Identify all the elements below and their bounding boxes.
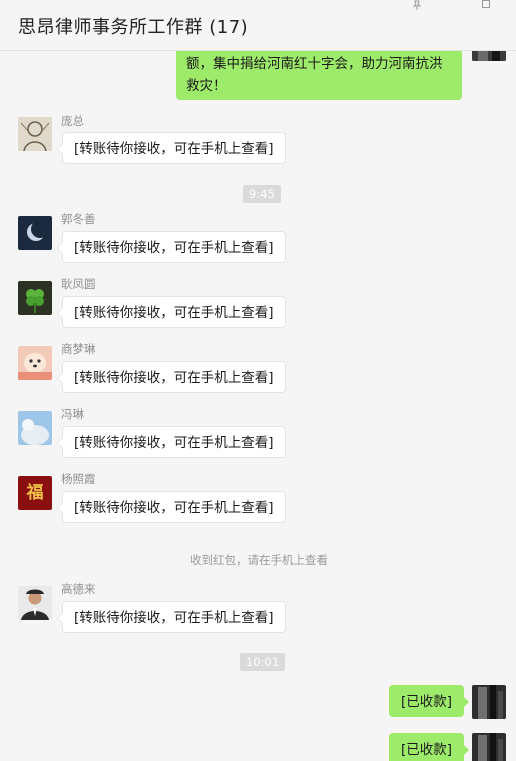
message-text: 救灾！ — [186, 78, 227, 94]
message-bubble[interactable]: [转账待你接收，可在手机上查看] — [57, 231, 286, 263]
avatar-self[interactable] — [472, 51, 506, 61]
avatar-yang[interactable]: 福 — [18, 476, 52, 510]
sender-name: 庞总 — [61, 114, 84, 128]
sender-name: 耿凤圆 — [61, 277, 96, 291]
message-bubble-self[interactable]: 额，集中捐给河南红十字会，助力河南抗洪 救灾！ — [176, 51, 462, 100]
avatar-gao[interactable] — [18, 586, 52, 620]
message-bubble[interactable]: [转账待你接收，可在手机上查看] — [57, 601, 286, 633]
avatar-geng[interactable] — [18, 281, 52, 315]
avatar-self[interactable] — [472, 733, 506, 761]
sender-name: 商梦琳 — [61, 342, 96, 356]
sender-name: 冯琳 — [61, 407, 84, 421]
avatar-pang[interactable] — [18, 117, 52, 151]
timestamp: 10:01 — [240, 653, 286, 671]
message-bubble[interactable]: [转账待你接收，可在手机上查看] — [57, 491, 286, 523]
sender-name: 郭冬善 — [61, 212, 96, 226]
pin-icon[interactable] — [411, 0, 423, 10]
avatar-feng[interactable] — [18, 411, 52, 445]
message-bubble-self[interactable]: [已收款] — [389, 685, 470, 717]
message-bubble[interactable]: [转账待你接收，可在手机上查看] — [57, 361, 286, 393]
avatar-shang[interactable] — [18, 346, 52, 380]
message-bubble[interactable]: [转账待你接收，可在手机上查看] — [57, 426, 286, 458]
avatar-guo[interactable] — [18, 216, 52, 250]
message-bubble[interactable]: [转账待你接收，可在手机上查看] — [57, 296, 286, 328]
avatar-self[interactable] — [472, 685, 506, 719]
sender-name: 高德来 — [61, 582, 96, 596]
message-bubble[interactable]: [转账待你接收，可在手机上查看] — [57, 132, 286, 164]
system-message: 收到红包，请在手机上查看 — [190, 553, 328, 567]
chat-header: 思昂律师事务所工作群 (17) — [0, 0, 516, 51]
timestamp: 9:45 — [243, 185, 281, 203]
message-bubble-self[interactable]: [已收款] — [389, 733, 470, 761]
maximize-icon[interactable] — [480, 0, 492, 10]
chat-title: 思昂律师事务所工作群 (17) — [18, 17, 249, 38]
sender-name: 杨照霞 — [61, 472, 96, 486]
message-list[interactable]: 额，集中捐给河南红十字会，助力河南抗洪 救灾！ 庞总 [转账待你接收，可在手机上… — [0, 51, 516, 761]
message-text: 额，集中捐给河南红十字会，助力河南抗洪 — [186, 56, 443, 72]
